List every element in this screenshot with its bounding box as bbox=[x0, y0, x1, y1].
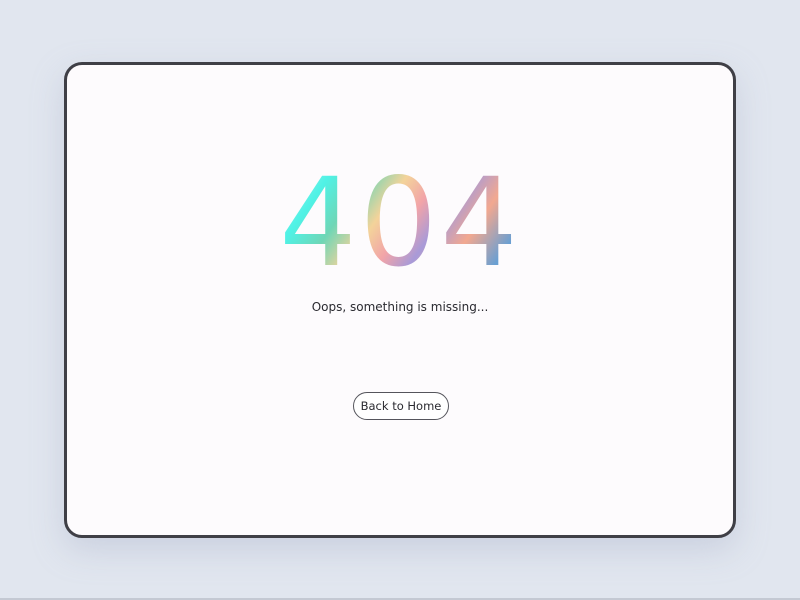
device-frame: 404 Oops, something is missing... Back t… bbox=[64, 62, 736, 538]
error-code: 404 bbox=[279, 152, 521, 294]
error-code-container: 404 bbox=[67, 152, 733, 294]
back-to-home-button[interactable]: Back to Home bbox=[353, 392, 449, 420]
error-message: Oops, something is missing... bbox=[311, 300, 489, 314]
